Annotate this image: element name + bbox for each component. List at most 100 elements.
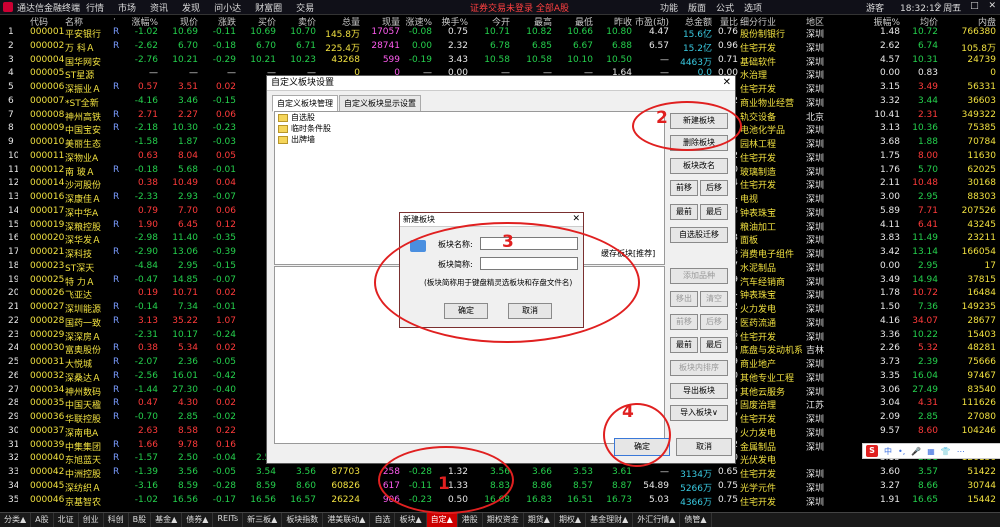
bottom-tab[interactable]: 债券▲ bbox=[182, 513, 214, 527]
table-cell: 149235 bbox=[961, 302, 996, 312]
maximize-icon[interactable]: □ bbox=[970, 1, 979, 11]
table-cell: 8.60 bbox=[295, 480, 316, 491]
menu-news[interactable]: 资讯 bbox=[150, 1, 168, 14]
table-cell: 3.43 bbox=[447, 54, 468, 65]
table-cell: 1.91 bbox=[879, 494, 900, 505]
menu-market[interactable]: 市场 bbox=[118, 1, 136, 14]
move-bottom-button-2[interactable]: 最后 bbox=[700, 337, 728, 353]
table-cell: 000037 bbox=[30, 425, 64, 436]
move-front-button-2[interactable]: 前移 bbox=[670, 314, 698, 330]
migrate-watchlist-button[interactable]: 自选股迁移 bbox=[670, 227, 728, 243]
menu-layout[interactable]: 版面 bbox=[688, 1, 706, 14]
microphone-icon[interactable]: 🎤 bbox=[911, 447, 921, 456]
menu-discover[interactable]: 发现 bbox=[182, 1, 200, 14]
menu-trade[interactable]: 交易 bbox=[296, 1, 314, 14]
table-row[interactable]: 3 000004 国华网安 -2.76 10.21 -0.29 10.21 10.23 4326… bbox=[0, 55, 1000, 69]
bottom-tab[interactable]: 板块▲ bbox=[395, 513, 427, 527]
bottom-tab[interactable]: 科创 bbox=[104, 513, 129, 527]
table-cell: -2.07 bbox=[134, 357, 158, 367]
bottom-tab[interactable]: 北证 bbox=[54, 513, 79, 527]
bottom-tab[interactable]: 分类▲ bbox=[0, 513, 32, 527]
move-back-button-2[interactable]: 后移 bbox=[700, 314, 728, 330]
close-icon[interactable]: ✕ bbox=[572, 213, 580, 226]
move-back-button[interactable]: 后移 bbox=[700, 180, 728, 196]
rename-block-button[interactable]: 板块改名 bbox=[670, 158, 728, 174]
bottom-tab[interactable]: 港股 bbox=[458, 513, 483, 527]
move-top-button-2[interactable]: 最前 bbox=[670, 337, 698, 353]
ime-logo-icon[interactable]: S bbox=[866, 445, 878, 457]
bottom-tab[interactable]: 自定▲ bbox=[426, 513, 458, 527]
bottom-tab[interactable]: 创业 bbox=[79, 513, 104, 527]
move-top-button[interactable]: 最前 bbox=[670, 204, 698, 220]
menu-quotes[interactable]: 行情 bbox=[86, 1, 104, 14]
bottom-tab[interactable]: 期权资金 bbox=[483, 513, 524, 527]
minimize-icon[interactable]: — bbox=[951, 1, 960, 11]
keyboard-icon[interactable]: ▦ bbox=[927, 447, 935, 456]
bottom-tab[interactable]: 基金▲ bbox=[151, 513, 183, 527]
menu-function[interactable]: 功能 bbox=[660, 1, 678, 14]
bottom-tab[interactable]: 板块指数 bbox=[282, 513, 324, 527]
user-label[interactable]: 游客 bbox=[866, 1, 884, 14]
menu-ask[interactable]: 问小达 bbox=[214, 1, 241, 14]
tab-block-display[interactable]: 自定义板块显示设置 bbox=[339, 95, 421, 112]
bottom-tab[interactable]: 基金理财▲ bbox=[586, 513, 634, 527]
table-cell: -0.28 bbox=[212, 480, 236, 491]
table-cell: 5.70 bbox=[917, 164, 938, 175]
bottom-tab[interactable]: B股 bbox=[129, 513, 152, 527]
table-cell: -1.57 bbox=[134, 453, 158, 464]
bottom-tab[interactable]: 债管▲ bbox=[680, 513, 712, 527]
bottom-tab[interactable]: 新三板▲ bbox=[243, 513, 283, 527]
table-cell: 3.46 bbox=[177, 95, 198, 106]
tree-item-temp[interactable]: 临时条件股 bbox=[275, 123, 664, 134]
table-cell: 10.41 bbox=[874, 109, 900, 120]
table-cell: 3.57 bbox=[917, 467, 938, 477]
bottom-tab[interactable]: REITs bbox=[213, 513, 244, 527]
table-row[interactable]: 2 000002 万 科Ａ R -2.62 6.70 -0.18 6.70 6.71 225.4万… bbox=[0, 41, 1000, 55]
bottom-tab[interactable]: 外汇行情▲ bbox=[633, 513, 681, 527]
bottom-tab[interactable]: 港美联动▲ bbox=[323, 513, 371, 527]
import-block-button[interactable]: 导入板块∨ bbox=[670, 405, 728, 421]
dialog-tabs: 自定义板块管理 自定义板块显示设置 bbox=[272, 95, 422, 112]
menu-wealth[interactable]: 财富圈 bbox=[255, 1, 282, 14]
ime-punct[interactable]: •, bbox=[898, 447, 905, 456]
more-icon[interactable]: ⋯ bbox=[957, 447, 965, 456]
table-cell: 10.70 bbox=[290, 27, 316, 37]
skin-icon[interactable]: ◇ bbox=[934, 1, 941, 11]
column-header[interactable]: · bbox=[113, 15, 121, 25]
table-cell: 225.4万 bbox=[325, 43, 360, 54]
move-bottom-button[interactable]: 最后 bbox=[700, 204, 728, 220]
tree-item-watchlist[interactable]: 自选股 bbox=[275, 112, 664, 123]
table-cell: 26 bbox=[8, 370, 18, 381]
skin-icon[interactable]: 👕 bbox=[941, 447, 951, 456]
table-cell: 深圳 bbox=[806, 57, 825, 68]
table-cell: 8.59 bbox=[177, 480, 198, 491]
move-front-button[interactable]: 前移 bbox=[670, 180, 698, 196]
sort-in-block-button[interactable]: 板块内排序 bbox=[670, 360, 728, 376]
tree-item-wall[interactable]: 出牌墙 bbox=[275, 134, 664, 145]
tab-block-manage[interactable]: 自定义板块管理 bbox=[272, 95, 338, 112]
table-cell: 16484 bbox=[967, 288, 996, 299]
bottom-tab[interactable]: 期货▲ bbox=[524, 513, 555, 527]
bottom-tab[interactable]: A股 bbox=[31, 513, 54, 527]
table-cell: R bbox=[113, 27, 120, 37]
remove-button[interactable]: 移出 bbox=[670, 291, 698, 307]
table-cell: 2.50 bbox=[177, 453, 198, 464]
menu-formula[interactable]: 公式 bbox=[716, 1, 734, 14]
cancel-button[interactable]: 取消 bbox=[676, 438, 732, 456]
table-row[interactable]: 1 000001 平安银行 R -1.02 10.69 -0.11 10.69 10.70 145… bbox=[0, 27, 1000, 41]
bottom-tab[interactable]: 自选 bbox=[370, 513, 396, 527]
table-cell: 000025 bbox=[30, 274, 64, 285]
clear-button[interactable]: 清空 bbox=[700, 291, 728, 307]
bottom-tab[interactable]: 期权▲ bbox=[555, 513, 587, 527]
menu-options[interactable]: 选项 bbox=[744, 1, 762, 14]
table-cell: 深圳 bbox=[806, 305, 825, 315]
add-stock-button[interactable]: 添加品种 bbox=[670, 268, 728, 284]
export-block-button[interactable]: 导出板块 bbox=[670, 383, 728, 399]
title-bar: 通达信金融终端 行情 市场 资讯 发现 问小达 财富圈 交易 证券交易未登录 全… bbox=[0, 0, 1000, 15]
close-icon[interactable]: ✕ bbox=[988, 1, 996, 11]
close-icon[interactable]: ✕ bbox=[723, 76, 731, 90]
table-cell: 7.71 bbox=[917, 205, 938, 216]
table-cell: 000034 bbox=[30, 384, 64, 395]
ime-chinese[interactable]: 中 bbox=[884, 446, 892, 457]
table-cell: 1.75 bbox=[879, 150, 900, 161]
